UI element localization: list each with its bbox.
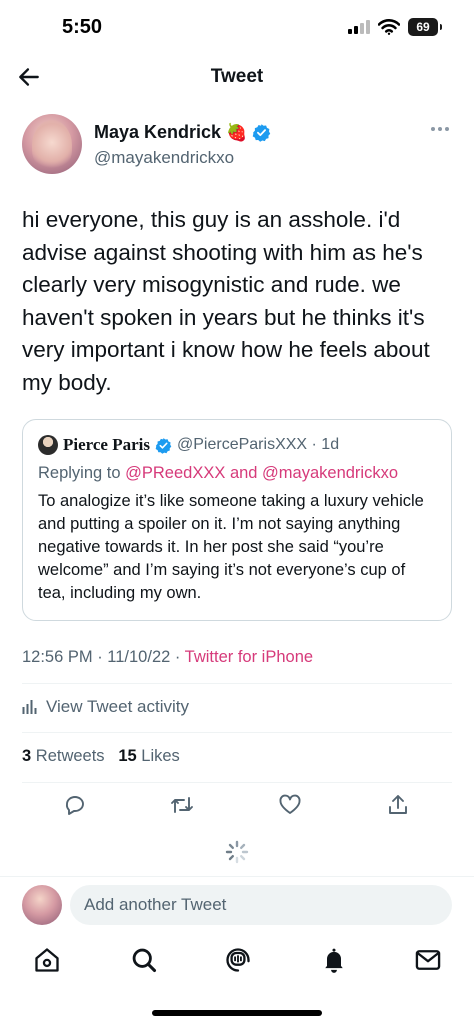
battery-level: 69: [416, 20, 430, 34]
wifi-icon: [378, 19, 400, 35]
add-another-tweet-input[interactable]: Add another Tweet: [70, 885, 452, 925]
author-avatar[interactable]: [22, 114, 82, 174]
view-tweet-activity-label: View Tweet activity: [46, 697, 189, 716]
verified-badge-icon: [155, 437, 172, 454]
like-icon[interactable]: [278, 793, 302, 817]
quoted-author-avatar: [38, 435, 58, 455]
home-icon[interactable]: [33, 946, 61, 974]
reply-icon[interactable]: [63, 793, 87, 817]
divider: [22, 782, 452, 783]
author-name[interactable]: Maya Kendrick: [94, 122, 221, 143]
reply-composer: Add another Tweet: [0, 876, 474, 934]
replying-to-prefix: Replying to: [38, 464, 126, 482]
retweets-count[interactable]: 3: [22, 747, 31, 765]
loading-spinner-icon: [225, 840, 249, 864]
search-icon[interactable]: [130, 946, 158, 974]
divider: [22, 732, 452, 733]
timestamp-text: 12:56 PM · 11/10/22 ·: [22, 648, 185, 666]
spaces-icon[interactable]: [224, 946, 252, 974]
tweet-text: hi everyone, this guy is an asshole. i'd…: [22, 207, 430, 395]
author-row: Maya Kendrick 🍓 @mayakendrickxo: [22, 112, 452, 178]
user-avatar[interactable]: [22, 885, 62, 925]
battery-icon: 69: [408, 18, 442, 36]
quoted-tweet[interactable]: Pierce Paris @PierceParisXXX · 1d Replyi…: [22, 419, 452, 621]
page-title: Tweet: [210, 66, 264, 87]
retweets-label[interactable]: Retweets: [36, 747, 105, 765]
more-options-icon[interactable]: [430, 126, 450, 132]
verified-badge-icon: [252, 124, 271, 142]
divider: [22, 683, 452, 684]
messages-icon[interactable]: [414, 946, 442, 974]
home-indicator[interactable]: [152, 1010, 322, 1016]
tweet-timestamp: 12:56 PM · 11/10/22 · Twitter for iPhone: [22, 648, 313, 667]
engagement-counts: 3 Retweets 15 Likes: [22, 747, 180, 766]
quoted-author-name: Pierce Paris: [63, 435, 151, 454]
cellular-signal-icon: [348, 20, 370, 34]
tweet-client-link[interactable]: Twitter for iPhone: [185, 648, 313, 666]
likes-count[interactable]: 15: [118, 747, 136, 765]
analytics-icon: [22, 700, 37, 714]
nav-header: Tweet: [0, 56, 474, 100]
author-handle[interactable]: @mayakendrickxo: [94, 148, 234, 168]
status-time: 5:50: [62, 16, 103, 38]
tweet: Maya Kendrick 🍓 @mayakendrickxo hi every…: [22, 112, 452, 621]
share-icon[interactable]: [386, 793, 410, 817]
strawberry-emoji: 🍓: [226, 122, 248, 142]
view-tweet-activity[interactable]: View Tweet activity: [22, 697, 189, 717]
quoted-tweet-header: Pierce Paris @PierceParisXXX · 1d: [38, 434, 436, 456]
author-name-line: Maya Kendrick 🍓: [94, 122, 271, 143]
replying-to-mentions[interactable]: @PReedXXX and @mayakendrickxo: [125, 464, 398, 482]
likes-label[interactable]: Likes: [141, 747, 180, 765]
quoted-tweet-text: To analogize it’s like someone taking a …: [38, 492, 424, 602]
status-icons: 69: [348, 18, 442, 36]
quoted-author-meta: @PierceParisXXX · 1d: [177, 436, 340, 453]
status-bar: 5:50 69: [0, 0, 474, 56]
bottom-tab-bar: [0, 942, 474, 982]
replying-to: Replying to @PReedXXX and @mayakendrickx…: [38, 464, 436, 483]
notifications-icon[interactable]: [320, 946, 348, 974]
tweet-actions: [0, 793, 474, 819]
retweet-icon[interactable]: [170, 793, 194, 817]
